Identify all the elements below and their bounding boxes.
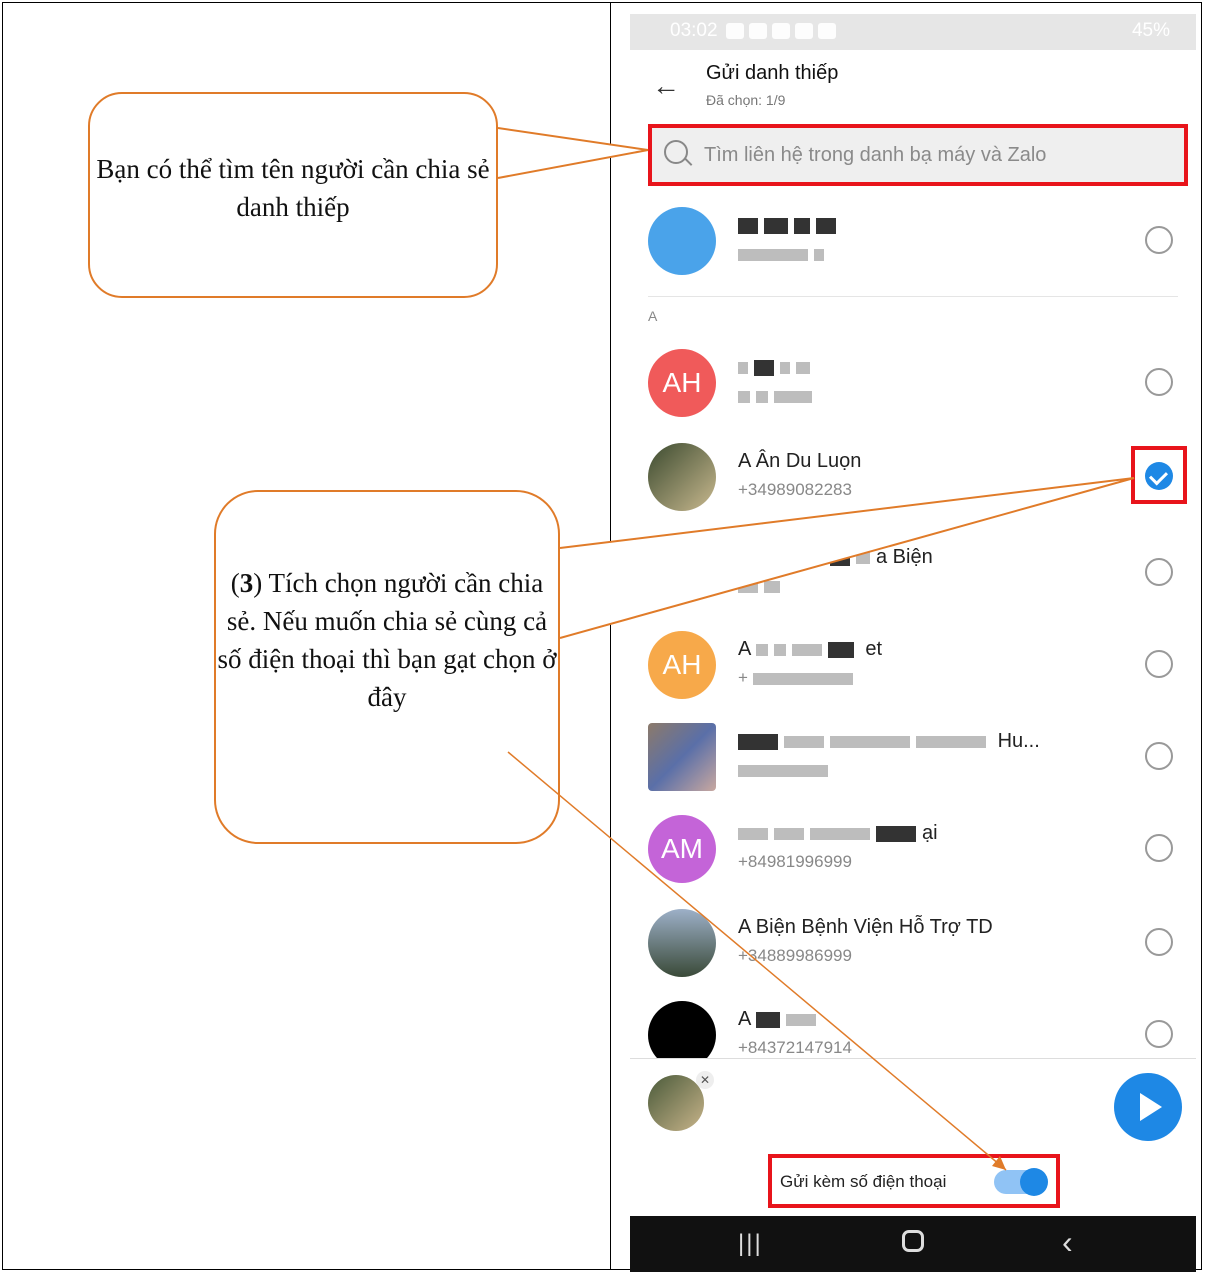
callout-pointers: [497, 127, 1135, 1171]
pointer-toggle-head: [992, 1156, 1006, 1170]
pointer-toggle: [507, 751, 1007, 1171]
pointer-search: [497, 127, 649, 179]
pointer-checkbox: [559, 477, 1135, 639]
